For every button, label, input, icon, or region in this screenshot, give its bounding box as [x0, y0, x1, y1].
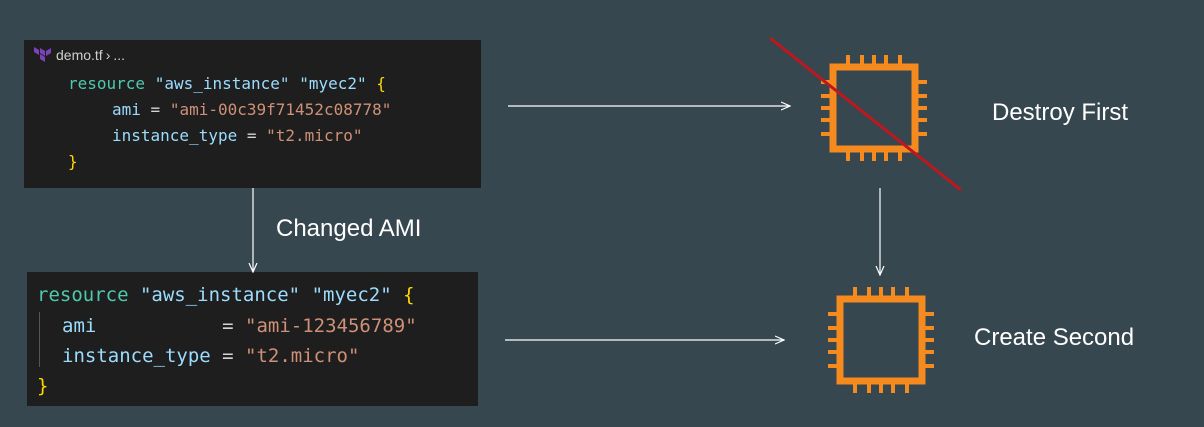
destroy-first-label: Destroy First — [992, 99, 1129, 126]
ec2-instance-old-icon — [821, 55, 927, 161]
strike-line — [769, 36, 962, 192]
changed-ami-label: Changed AMI — [276, 215, 422, 242]
diagram-overlay — [0, 36, 962, 427]
create-second-label: Create Second — [974, 324, 1135, 351]
ec2-instance-new-icon — [828, 287, 934, 393]
